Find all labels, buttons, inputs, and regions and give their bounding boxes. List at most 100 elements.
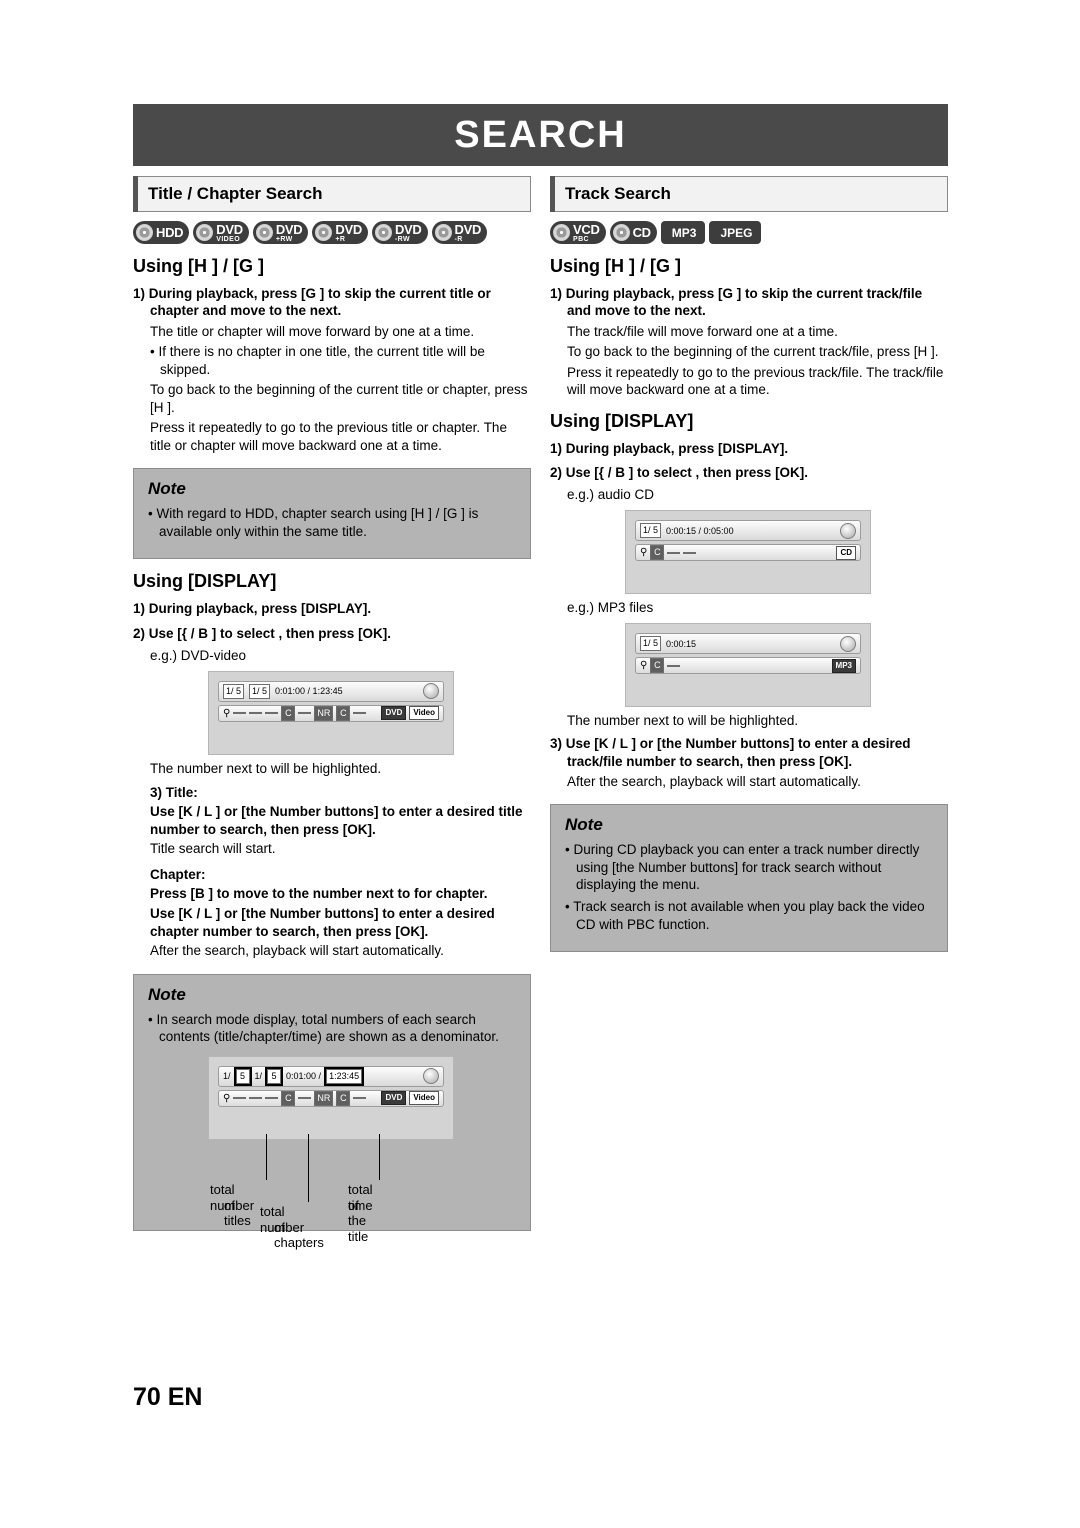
section-accent-bar xyxy=(133,176,138,212)
osd-top-bar: 1/ 5 1/ 5 0:01:00 / 1:23:45 xyxy=(218,1065,444,1087)
osd-bottom-bar: ⚲ C MP3 xyxy=(635,657,861,675)
osd-preview-audio-cd: 1/ 5 0:00:15 / 0:05:00 ⚲ C CD xyxy=(625,510,871,595)
osd-knob-icon xyxy=(423,1068,439,1085)
left-chapter-body-2: Use [K / L ] or [the Number buttons] to … xyxy=(150,906,495,939)
osd-time-field: 0:01:00 / 1:23:45 xyxy=(275,686,343,697)
left-step-3-body: Use [K / L ] or [the Number buttons] to … xyxy=(150,803,523,837)
callout-line-3 xyxy=(379,1133,380,1180)
right-example-label-cd: e.g.) audio CD xyxy=(567,487,655,503)
callout-line-2 xyxy=(308,1133,309,1202)
logo-dvd-plus-r: DVD +R xyxy=(312,221,368,244)
left-step-1: 1) During playback, press [G ] to skip t… xyxy=(133,286,491,319)
osd-tag-group: CD xyxy=(836,545,856,560)
osd-icon-slot xyxy=(298,1097,312,1100)
left-step-3-title: 3) Title: xyxy=(150,784,198,800)
logo-hdd: HDD xyxy=(133,221,190,244)
left-chapter-body-1: Press [B ] to move to the number next to… xyxy=(150,885,488,901)
osd-icon-c: C xyxy=(281,705,296,721)
right-para-3: Press it repeatedly to go to the previou… xyxy=(567,364,944,398)
osd-time-field: 0:00:15 xyxy=(666,638,697,649)
search-icon: ⚲ xyxy=(640,660,648,672)
osd-icon-slot xyxy=(249,1097,263,1100)
callout-line-1 xyxy=(266,1133,267,1180)
left-display-step-1: 1) During playback, press [DISPLAY]. xyxy=(133,601,372,617)
left-para-1: The title or chapter will move forward b… xyxy=(150,323,475,339)
logo-vcd: VCD PBC xyxy=(550,221,606,244)
heading-using-skip-keys-right: Using [H ] / [G ] xyxy=(550,256,681,276)
right-example-label-mp3: e.g.) MP3 files xyxy=(567,600,654,616)
osd-chapter-field: 1/ 5 xyxy=(249,683,271,699)
osd-chapter-denom: 5 xyxy=(265,1066,284,1086)
logo-dvd-plus-rw: DVD +RW xyxy=(252,221,309,244)
logo-dvd-minus-rw: DVD -RW xyxy=(371,221,428,244)
left-example-label: e.g.) DVD-video xyxy=(150,647,247,663)
osd-icon-slot xyxy=(233,1097,247,1100)
osd-top-bar: 1/ 5 1/ 5 0:01:00 / 1:23:45 xyxy=(218,680,444,702)
osd-icon-nr: NR xyxy=(314,705,334,721)
note-box-right: Note • During CD playback you can enter … xyxy=(550,804,948,953)
left-bullet-1: • If there is no chapter in one title, t… xyxy=(150,344,485,377)
osd-time-denom: 1:23:45 xyxy=(324,1066,365,1086)
osd-track-field: 1/ 5 xyxy=(640,636,662,652)
manual-page: SEARCH Title / Chapter Search HDD DVD VID… xyxy=(0,0,1080,1528)
note-item: • During CD playback you can enter a tra… xyxy=(565,842,920,893)
osd-icon-slot xyxy=(233,712,247,715)
section-accent-bar xyxy=(550,176,555,212)
left-chapter-label: Chapter: xyxy=(150,866,206,882)
format-logo-row-left: HDD DVD VIDEO DVD +RW DVD +R DVD -RW DVD -R xyxy=(133,221,531,244)
section-title-text: Title / Chapter Search xyxy=(148,184,323,203)
heading-using-display-right: Using [DISPLAY] xyxy=(550,410,694,431)
osd-time-numer: 0:01:00 / xyxy=(286,1071,322,1082)
osd-track-field: 1/ 5 xyxy=(640,523,662,539)
left-display-step-2: 2) Use [{ / B ] to select , then press [… xyxy=(133,625,392,641)
osd-preview-mp3: 1/ 5 0:00:15 ⚲ C MP3 xyxy=(625,623,871,708)
osd-bottom-bar: ⚲ C NR C DVD Video xyxy=(218,1089,444,1107)
right-para-1: The track/file will move forward one at … xyxy=(567,323,838,339)
right-para-2: To go back to the beginning of the curre… xyxy=(567,344,939,360)
logo-dvd-video: DVD VIDEO xyxy=(193,221,249,244)
logo-mp3: MP3 xyxy=(660,221,706,244)
osd-title-field: 1/ 5 xyxy=(223,683,245,699)
heading-using-skip-keys-left: Using [H ] / [G ] xyxy=(133,256,264,276)
osd-chapter-numer: 1/ xyxy=(254,1071,263,1082)
search-icon: ⚲ xyxy=(223,707,231,719)
osd-icon-slot xyxy=(353,1097,367,1100)
note-item: • With regard to HDD, chapter search usi… xyxy=(148,506,479,539)
page-title: SEARCH xyxy=(454,113,627,156)
disc-icon xyxy=(434,224,452,241)
format-logo-row-right: VCD PBC CD MP3 JPEG xyxy=(550,221,948,244)
section-title-track-search: Track Search xyxy=(550,176,948,212)
osd-top-bar: 1/ 5 0:00:15 / 0:05:00 xyxy=(635,520,861,542)
left-para-2: To go back to the beginning of the curre… xyxy=(150,382,528,415)
osd-tag-video: Video xyxy=(409,706,439,721)
osd-knob-icon xyxy=(840,635,856,652)
osd-callout-group: total number of titles total number of c… xyxy=(188,1133,516,1250)
logo-dvd-minus-r: DVD -R xyxy=(431,221,488,244)
osd-icon-c: C xyxy=(650,545,665,561)
note-box-left-1: Note • With regard to HDD, chapter searc… xyxy=(133,468,531,560)
osd-icon-slot xyxy=(298,712,312,715)
disc-icon xyxy=(196,224,214,241)
left-after-osd-text: The number next to will be highlighted. xyxy=(150,760,382,776)
osd-tag-group: DVD Video xyxy=(381,1091,439,1106)
osd-tag-group: MP3 xyxy=(831,658,856,673)
osd-title-denom: 5 xyxy=(233,1066,252,1086)
left-chapter-after: After the search, playback will start au… xyxy=(150,943,444,959)
right-step-1: 1) During playback, press [G ] to skip t… xyxy=(550,286,923,319)
osd-tag-dvd: DVD xyxy=(381,706,407,721)
disc-icon xyxy=(136,224,153,241)
osd-icon-c2: C xyxy=(336,705,351,721)
osd-icon-slot xyxy=(265,1097,279,1100)
search-icon: ⚲ xyxy=(223,1092,231,1104)
osd-icon-slot xyxy=(249,712,263,715)
osd-icon-c2: C xyxy=(336,1090,351,1106)
heading-using-display-left: Using [DISPLAY] xyxy=(133,571,277,592)
logo-jpeg: JPEG xyxy=(709,221,762,244)
search-icon: ⚲ xyxy=(640,547,648,559)
right-after-osd-text: The number next to will be highlighted. xyxy=(567,713,799,729)
note-title: Note xyxy=(148,984,186,1004)
osd-top-bar: 1/ 5 0:00:15 xyxy=(635,633,861,655)
page-banner: SEARCH xyxy=(133,104,948,166)
disc-icon xyxy=(255,224,273,241)
osd-bottom-bar: ⚲ C NR C DVD Video xyxy=(218,704,444,722)
